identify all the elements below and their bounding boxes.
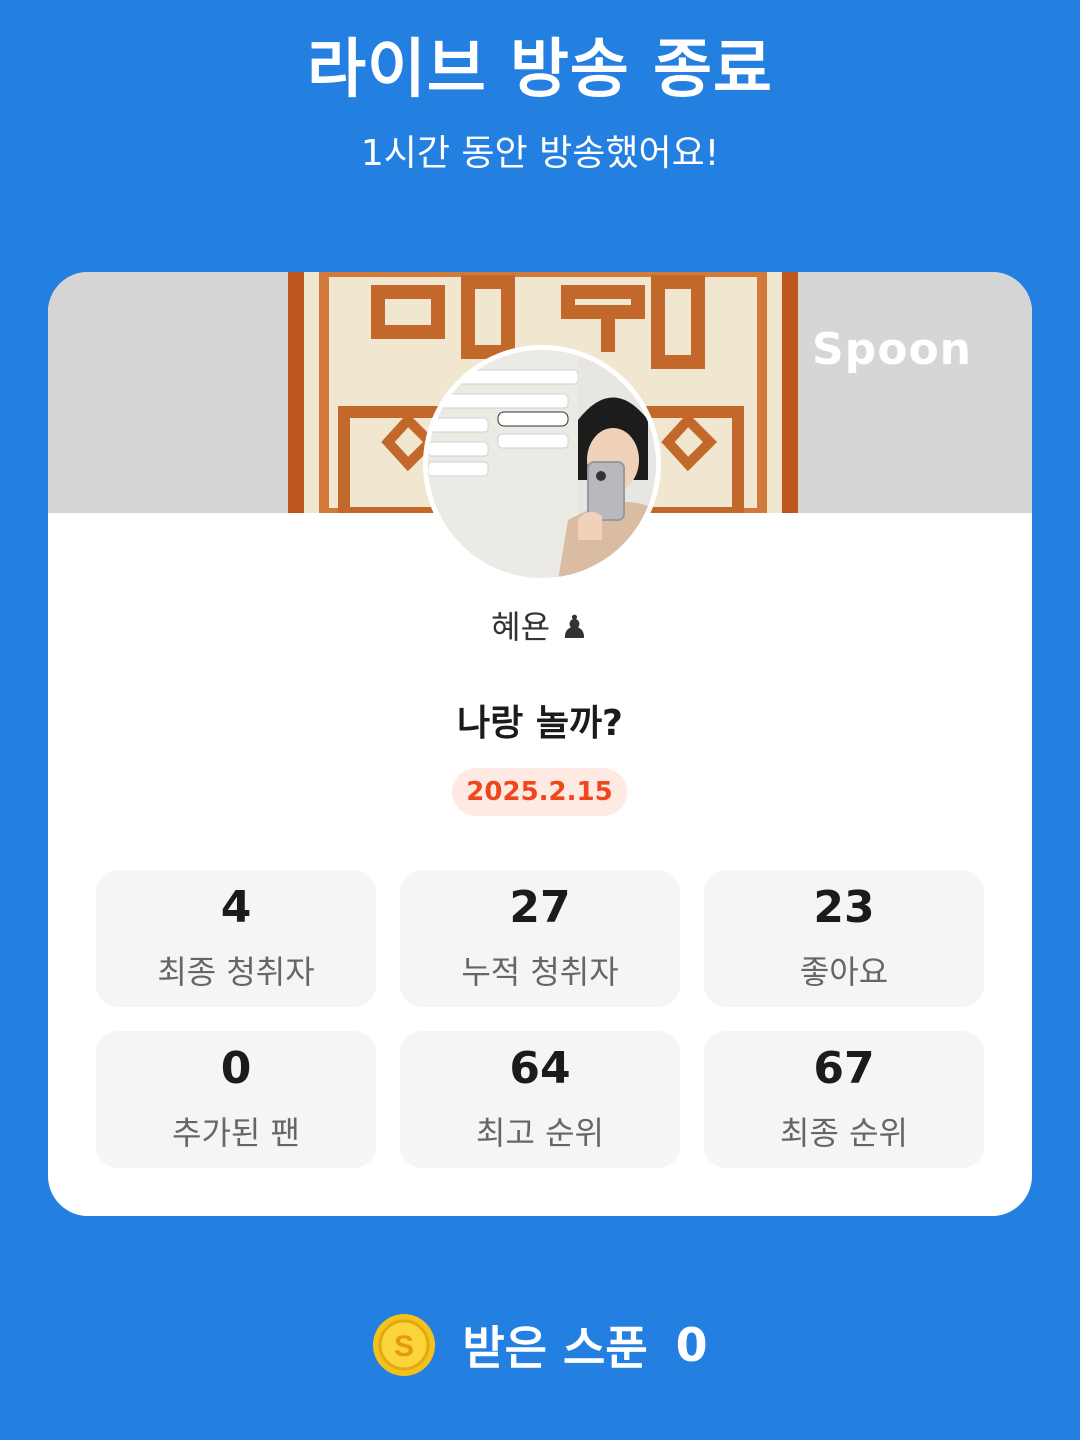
stat-value: 4: [220, 882, 252, 934]
stat-final-rank: 67 최종 순위: [704, 1031, 984, 1168]
stat-value: 0: [220, 1043, 252, 1095]
stat-value: 67: [813, 1043, 875, 1095]
stat-label: 좋아요: [799, 952, 889, 991]
stat-label: 추가된 팬: [172, 1113, 300, 1152]
profile-avatar[interactable]: [423, 345, 661, 583]
stat-highest-rank: 64 최고 순위: [400, 1031, 680, 1168]
broadcast-date-badge: 2025.2.15: [452, 768, 627, 816]
streamer-nickname: 혜욘 ♟: [491, 608, 589, 646]
received-spoons-count: 0: [675, 1318, 708, 1372]
stat-new-fans: 0 추가된 팬: [96, 1031, 376, 1168]
broadcast-stats-grid: 4 최종 청취자 27 누적 청취자 23 좋아요 0 추가된 팬 64 최고 …: [96, 870, 984, 1168]
stat-total-listeners: 27 누적 청취자: [400, 870, 680, 1007]
spoon-coin-icon: S: [373, 1314, 436, 1376]
spoon-logo: Spoon: [812, 324, 972, 375]
stat-value: 27: [509, 882, 571, 934]
stat-value: 23: [813, 882, 875, 934]
broadcast-ended-screen: 라이브 방송 종료 1시간 동안 방송했어요! Spoon 혜욘 ♟ 나랑 놀까…: [0, 0, 1080, 1440]
stat-final-listeners: 4 최종 청취자: [96, 870, 376, 1007]
coin-symbol: S: [394, 1330, 414, 1363]
broadcast-summary-card: Spoon 혜욘 ♟ 나랑 놀까? 2025.2.15 4 최종 청취자 27 …: [48, 272, 1032, 1216]
broadcast-duration-text: 1시간 동안 방송했어요!: [360, 133, 720, 174]
stat-label: 누적 청취자: [461, 952, 619, 991]
stat-label: 최종 청취자: [157, 952, 315, 991]
received-spoons-label: 받은 스푼: [462, 1321, 648, 1375]
stat-value: 64: [509, 1043, 571, 1095]
page-title: 라이브 방송 종료: [307, 33, 773, 107]
broadcast-title: 나랑 놀까?: [457, 703, 623, 744]
stat-likes: 23 좋아요: [704, 870, 984, 1007]
stat-label: 최종 순위: [780, 1113, 908, 1152]
received-spoons: S 받은 스푼 0: [0, 1312, 1080, 1378]
stat-label: 최고 순위: [476, 1113, 604, 1152]
